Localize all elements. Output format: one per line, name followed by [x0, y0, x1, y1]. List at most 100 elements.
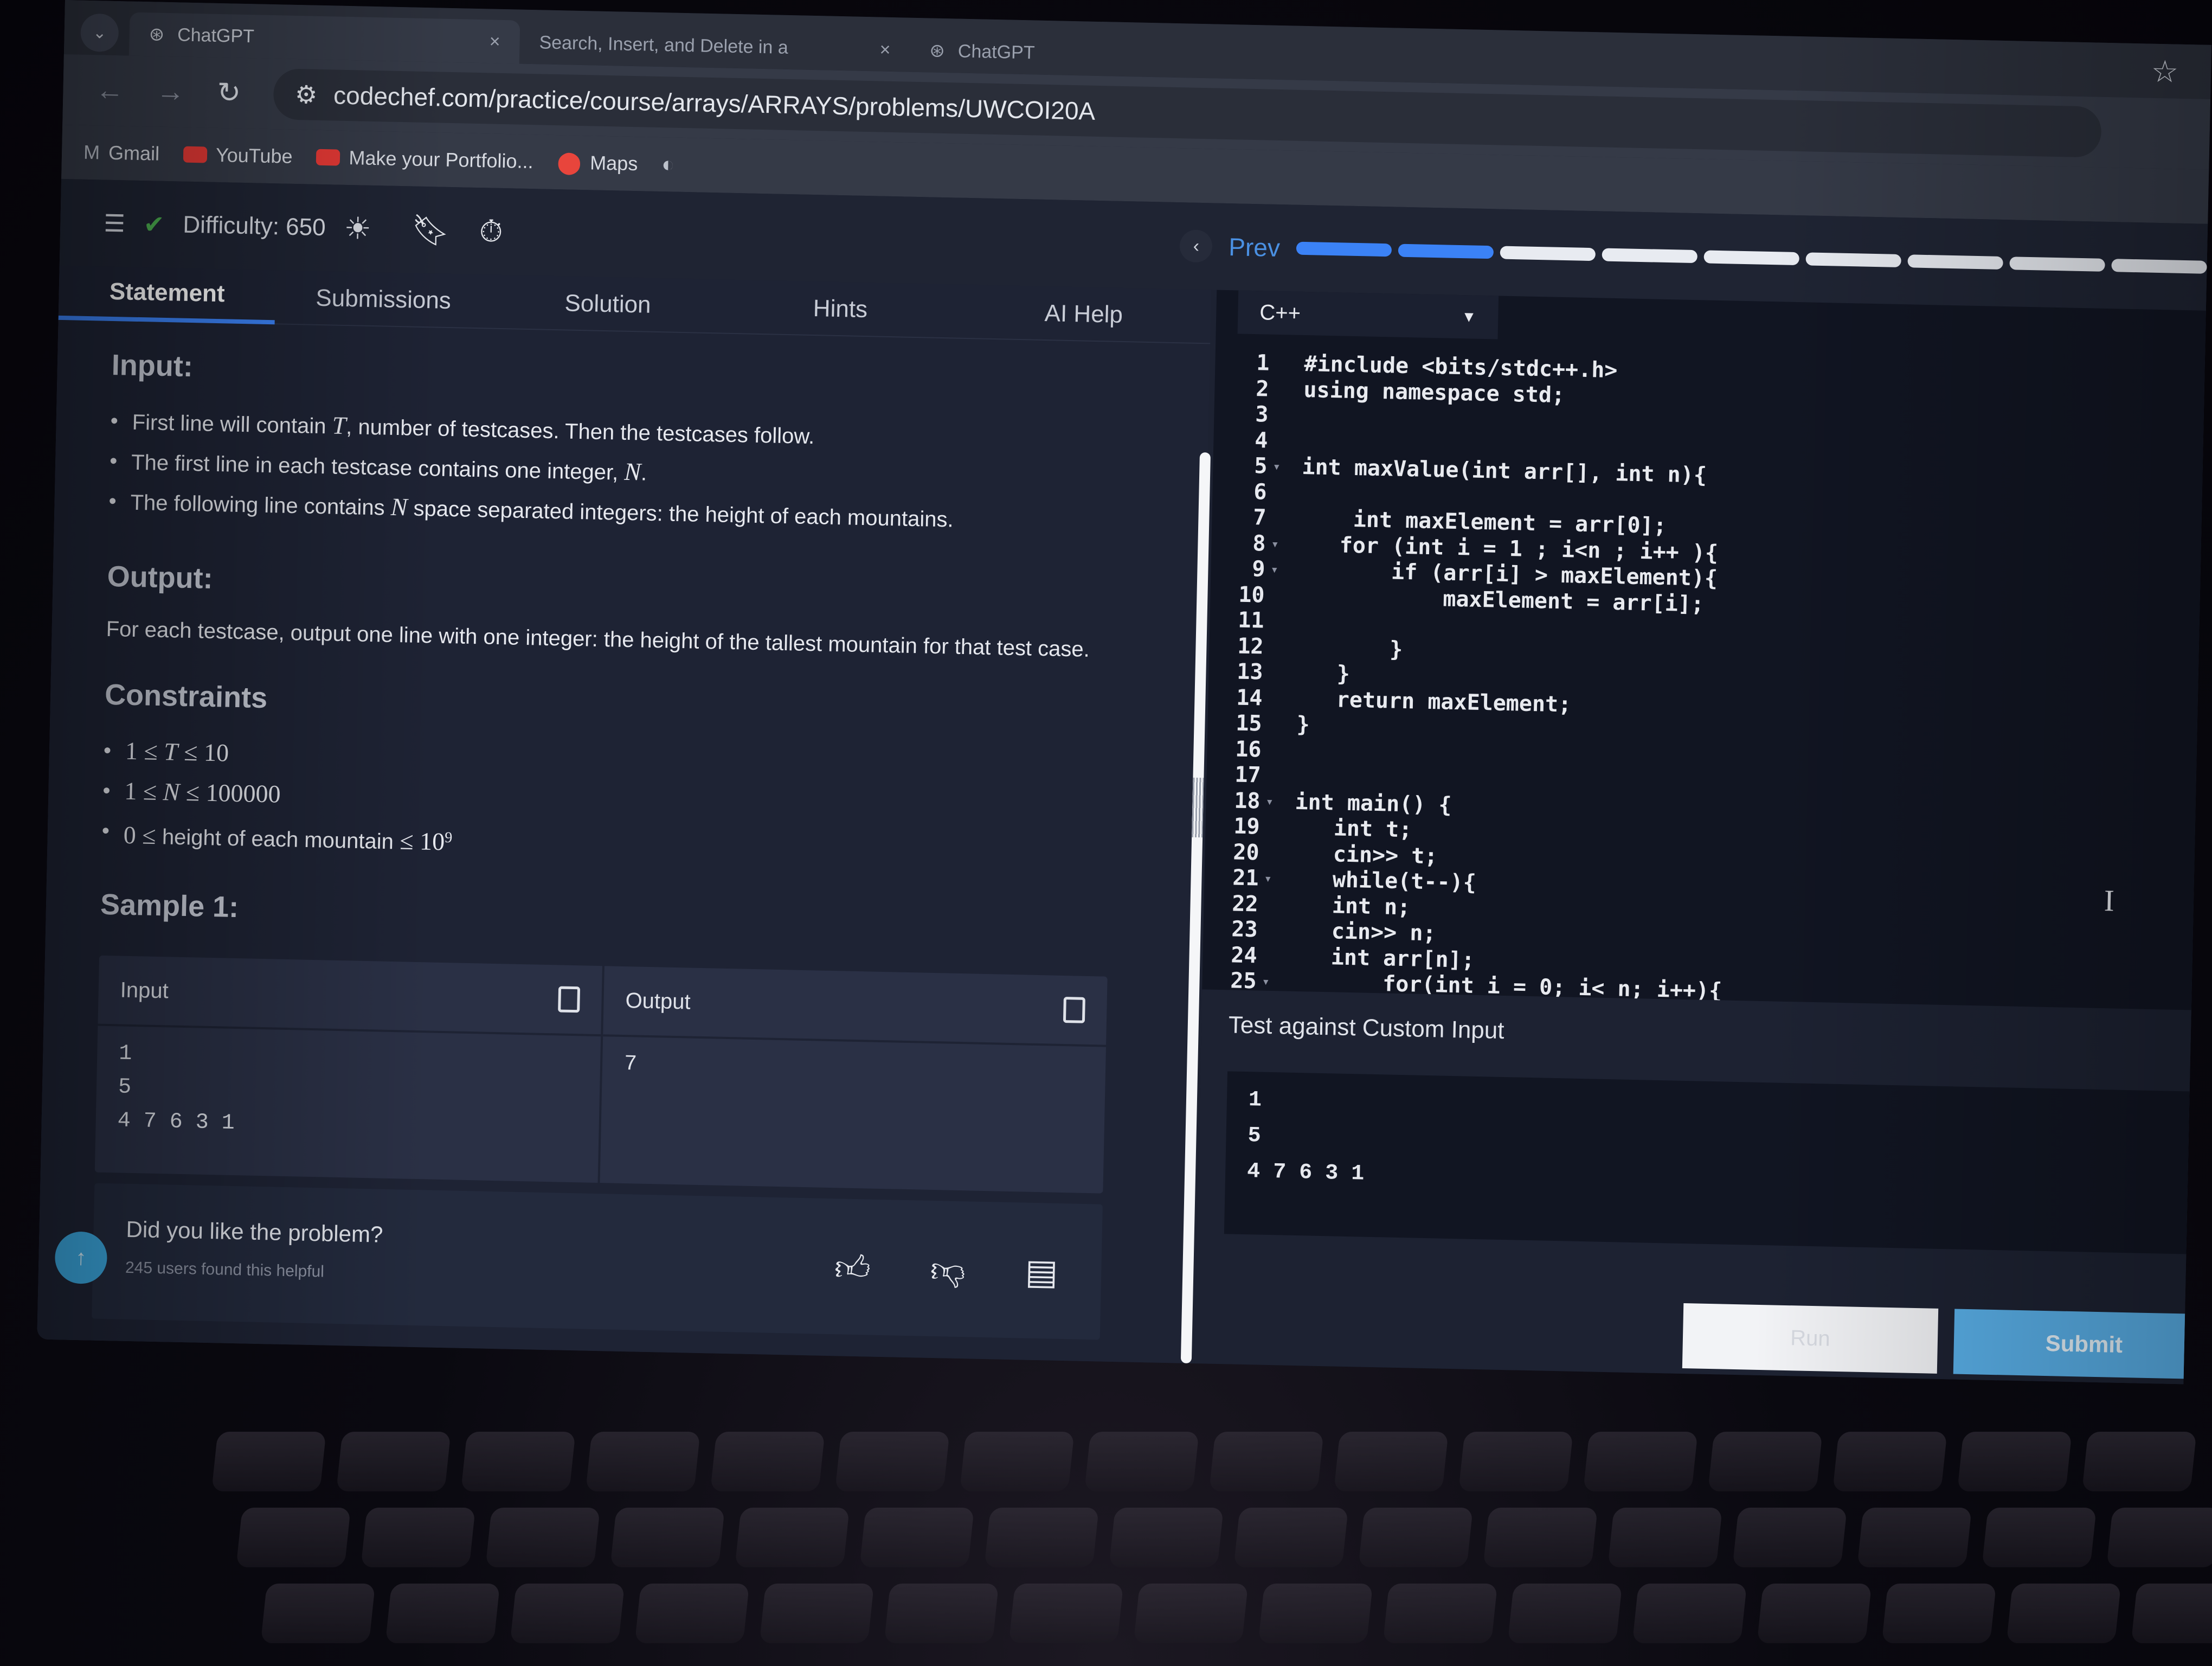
keyboard-key: [1607, 1508, 1722, 1567]
keyboard-key: [1881, 1584, 1997, 1643]
problem-list-icon[interactable]: ☰: [104, 209, 126, 238]
line-number: 5: [1253, 453, 1268, 479]
bookmark-label: Gmail: [108, 141, 160, 165]
close-tab-icon[interactable]: ×: [489, 31, 500, 52]
keyboard-key: [984, 1508, 1099, 1567]
code-text: cin>> t;: [1281, 840, 1438, 869]
forward-arrow-icon[interactable]: →: [156, 75, 185, 108]
feedback-actions: 👍︎ 👎︎ ▤: [834, 1247, 1058, 1294]
sample-input-value: 154 7 6 3 1: [95, 1026, 601, 1159]
browser-tab[interactable]: ⊛ ChatGPT: [910, 29, 1301, 80]
keyboard-key: [385, 1584, 500, 1643]
run-button[interactable]: Run: [1682, 1303, 1939, 1374]
fold-arrow-icon[interactable]: ▾: [1270, 557, 1287, 583]
line-number: 15: [1235, 710, 1263, 736]
bookmark-youtube[interactable]: YouTube: [183, 143, 293, 168]
text: First line will contain: [132, 410, 333, 439]
tab-hints[interactable]: Hints: [723, 280, 957, 339]
fold-arrow-icon[interactable]: ▾: [1272, 454, 1289, 480]
keyboard-key: [2131, 1584, 2212, 1643]
close-tab-icon[interactable]: ×: [879, 39, 891, 60]
thumbs-up-icon[interactable]: 👍︎: [834, 1247, 871, 1290]
submit-button[interactable]: Submit: [1953, 1309, 2212, 1380]
fold-arrow-icon: [1274, 376, 1291, 402]
output-text: For each testcase, output one line with …: [106, 617, 1090, 662]
site-settings-icon[interactable]: ⚙: [294, 80, 317, 110]
tab-ai-help[interactable]: AI Help: [956, 285, 1211, 344]
fold-arrow-icon[interactable]: ▾: [1265, 789, 1282, 815]
keyboard-key: [336, 1432, 451, 1491]
gmail-icon: M: [83, 140, 100, 164]
bookmark-maps[interactable]: ⬤ Maps: [557, 150, 638, 176]
maps-pin-icon: ⬤: [557, 150, 582, 175]
tab-search-dropdown-icon[interactable]: ⌄: [80, 13, 119, 53]
keyboard-key: [1258, 1584, 1373, 1643]
prev-button[interactable]: ‹ Prev: [1179, 229, 1281, 264]
code-text: int main() {: [1282, 789, 1452, 818]
fold-arrow-icon[interactable]: ▾: [1271, 531, 1288, 557]
keyboard-key: [1632, 1584, 1747, 1643]
fold-arrow-icon[interactable]: ▾: [1264, 866, 1281, 892]
comment-icon[interactable]: ▤: [1025, 1252, 1058, 1294]
line-number: 12: [1237, 633, 1264, 659]
bookmark-star-icon[interactable]: ☆: [2151, 54, 2179, 90]
progress-segment: [2111, 259, 2207, 274]
fold-arrow-icon: [1268, 660, 1285, 686]
code-text: int t;: [1281, 815, 1412, 843]
custom-input-field[interactable]: 154 7 6 3 1: [1224, 1071, 2190, 1254]
keyboard-key: [1008, 1584, 1124, 1643]
tab-title: ChatGPT: [177, 24, 255, 47]
math-var: T: [163, 738, 178, 766]
browser-tab[interactable]: ⊛ ChatGPT ×: [128, 12, 520, 64]
tab-submissions[interactable]: Submissions: [275, 270, 492, 329]
math: 1 ≤: [124, 777, 164, 806]
thumbs-down-icon[interactable]: 👎︎: [930, 1250, 966, 1292]
keyboard-key: [1708, 1432, 1823, 1491]
progress-segment: [1907, 254, 2003, 270]
bookmark-icon[interactable]: 🔖︎: [411, 212, 450, 248]
code-editor[interactable]: 1 #include <bits/stdc++.h> 2 using namesp…: [1202, 350, 2205, 1021]
keyboard-key: [260, 1584, 376, 1643]
line-number: 20: [1232, 839, 1260, 865]
sample-input-column: Input 154 7 6 3 1: [94, 955, 605, 1183]
math-var: N: [390, 492, 408, 521]
fold-arrow-icon: [1268, 685, 1284, 712]
back-arrow-icon[interactable]: ←: [95, 74, 124, 107]
copy-icon[interactable]: [558, 986, 581, 1013]
keyboard-key: [710, 1432, 825, 1491]
exponent: 9: [444, 829, 453, 847]
resize-handle[interactable]: [1192, 777, 1204, 838]
fold-arrow-icon: [1275, 351, 1291, 377]
fold-arrow-icon: [1262, 943, 1279, 969]
timer-icon[interactable]: ⏱︎: [479, 213, 503, 250]
bookmark-extension[interactable]: ◐: [661, 152, 675, 177]
globe-icon: ◐: [661, 152, 675, 177]
copy-icon[interactable]: [1063, 996, 1085, 1023]
sample-heading: Sample 1:: [100, 888, 239, 924]
line-number: 3: [1255, 402, 1269, 427]
custom-input-section: Test against Custom Input 154 7 6 3 1 Ru…: [1194, 989, 2212, 1385]
math: 1 ≤: [125, 736, 164, 766]
fold-arrow-icon: [1264, 840, 1281, 866]
tab-solution[interactable]: Solution: [491, 275, 725, 334]
theme-toggle-sun-icon[interactable]: ☀: [344, 210, 372, 247]
bookmark-gmail[interactable]: M Gmail: [83, 141, 160, 165]
tab-statement[interactable]: Statement: [58, 265, 276, 325]
language-select[interactable]: C++ ▼: [1237, 290, 1499, 339]
keyboard-key: [1209, 1432, 1324, 1491]
bookmark-portfolio[interactable]: Make your Portfolio...: [316, 146, 533, 173]
custom-input-title: Test against Custom Input: [1228, 1011, 1505, 1045]
text: space separated integers: the height of …: [407, 496, 954, 532]
text: , number of testcases. Then the testcase…: [345, 415, 815, 449]
browser-tab[interactable]: Search, Insert, and Delete in a ×: [519, 21, 911, 72]
math-var: N: [623, 457, 641, 486]
line-number: 4: [1254, 427, 1268, 453]
keyboard-key: [211, 1432, 326, 1491]
line-number: 17: [1234, 762, 1262, 788]
progress-segment: [2009, 257, 2105, 272]
reload-icon[interactable]: ↻: [217, 76, 241, 110]
